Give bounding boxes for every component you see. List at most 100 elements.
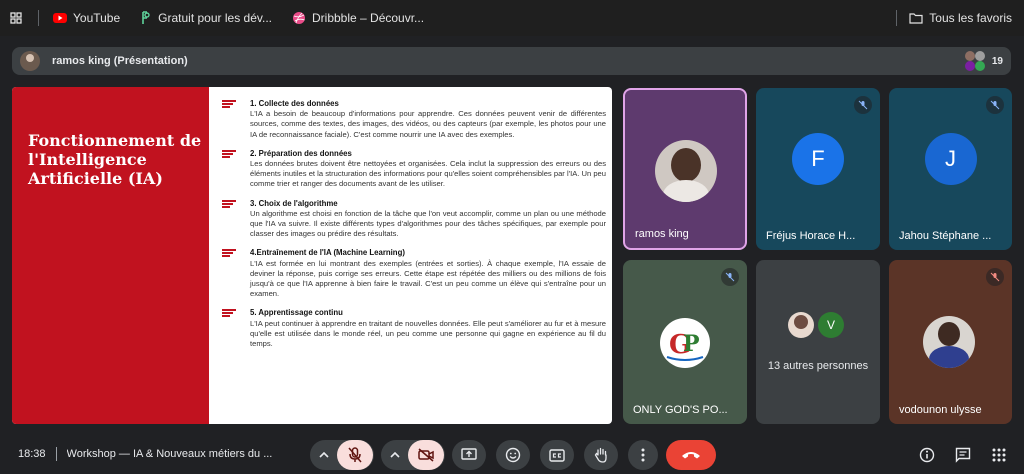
mic-off-icon xyxy=(348,447,362,463)
meeting-title: Workshop — IA & Nouveaux métiers du ... xyxy=(66,448,273,460)
presented-slide: Fonctionnement de l'Intelligence Artific… xyxy=(12,87,612,424)
mic-off-icon xyxy=(721,268,739,286)
mic-off-icon xyxy=(854,96,872,114)
bullet-icon xyxy=(222,100,236,111)
mic-control-group xyxy=(310,440,374,470)
apps-grid-button[interactable] xyxy=(10,12,22,24)
section-title: 4.Entraînement de l'IA (Machine Learning… xyxy=(250,248,405,258)
participant-tile-vodounon[interactable]: vodounon ulysse xyxy=(889,260,1012,424)
meeting-info-button[interactable] xyxy=(918,446,936,464)
slide-section: 3. Choix de l'algorithme Un algorithme e… xyxy=(222,199,606,240)
slide-section: 4.Entraînement de l'IA (Machine Learning… xyxy=(222,248,606,299)
section-title: 1. Collecte des données xyxy=(250,99,339,108)
section-title: 3. Choix de l'algorithme xyxy=(250,198,338,208)
bookmarks-bar: YouTube Gratuit pour les dév... Dribbble… xyxy=(0,0,1024,36)
section-title: 5. Apprentissage continu xyxy=(250,308,343,318)
present-screen-button[interactable] xyxy=(452,440,486,470)
bullet-icon xyxy=(222,249,236,260)
presentation-bar: ramos king (Présentation) 19 xyxy=(12,47,1011,75)
bookmark-label: Gratuit pour les dév... xyxy=(158,11,272,25)
presentation-label: ramos king (Présentation) xyxy=(52,55,188,67)
camera-options-button[interactable] xyxy=(382,452,408,458)
participant-avatar: F xyxy=(792,133,844,186)
more-vertical-icon xyxy=(641,448,645,462)
apps-grid-icon xyxy=(992,448,1006,462)
activities-button[interactable] xyxy=(990,446,1008,464)
info-icon xyxy=(919,447,935,463)
chat-icon xyxy=(955,447,971,463)
captions-button[interactable] xyxy=(540,440,574,470)
svg-text:P: P xyxy=(683,331,700,357)
participant-tile-frejus[interactable]: F Fréjus Horace H... xyxy=(756,88,880,250)
figma-icon xyxy=(138,11,152,25)
others-count-label: 13 autres personnes xyxy=(767,360,869,372)
section-body: L'IA peut continuer à apprendre en trait… xyxy=(250,318,606,349)
all-favorites-label: Tous les favoris xyxy=(929,11,1012,25)
bookmark-label: Dribbble – Découvr... xyxy=(312,11,425,25)
participant-tile-ramos-king[interactable]: ramos king xyxy=(623,88,747,250)
camera-control-group xyxy=(381,440,445,470)
meeting-time: 18:38 xyxy=(18,448,46,460)
reactions-button[interactable] xyxy=(496,440,530,470)
section-body: Les données brutes doivent être nettoyée… xyxy=(250,159,606,189)
participant-name: vodounon ulysse xyxy=(899,404,982,416)
folder-icon xyxy=(909,13,923,24)
participant-name: ONLY GOD'S PO... xyxy=(633,404,728,416)
participants-button[interactable]: 19 xyxy=(964,50,1003,72)
presenter-avatar xyxy=(20,51,40,71)
bookmarks-divider xyxy=(38,10,39,26)
slide-title-panel: Fonctionnement de l'Intelligence Artific… xyxy=(12,87,209,424)
bookmark-figma[interactable]: Gratuit pour les dév... xyxy=(138,11,272,25)
slide-section: 5. Apprentissage continu L'IA peut conti… xyxy=(222,308,606,349)
mic-off-icon xyxy=(986,268,1004,286)
mic-options-button[interactable] xyxy=(311,452,337,458)
other-participant-avatar: V xyxy=(818,312,844,338)
slide-content: 1. Collecte des données L'IA a besoin de… xyxy=(222,99,606,358)
participant-photo xyxy=(923,316,975,368)
participant-tile-jahou[interactable]: J Jahou Stéphane ... xyxy=(889,88,1012,250)
present-screen-icon xyxy=(461,448,477,460)
bookmark-label: YouTube xyxy=(73,11,121,25)
slide-section: 1. Collecte des données L'IA a besoin de… xyxy=(222,99,606,140)
participant-photo xyxy=(655,140,717,202)
more-options-button[interactable] xyxy=(628,440,658,470)
participant-name: ramos king xyxy=(635,228,689,240)
chat-button[interactable] xyxy=(954,446,972,464)
participant-tile-only-gods[interactable]: GP ONLY GOD'S PO... xyxy=(623,260,747,424)
bookmark-dribbble[interactable]: Dribbble – Découvr... xyxy=(292,11,424,25)
dribbble-icon xyxy=(292,11,306,25)
phone-hangup-icon xyxy=(682,452,700,459)
bookmark-youtube[interactable]: YouTube xyxy=(53,11,120,25)
chevron-up-icon xyxy=(319,452,329,458)
section-body: L'IA a besoin de beaucoup d'informations… xyxy=(250,109,606,139)
chevron-up-icon xyxy=(390,452,400,458)
other-participant-avatar xyxy=(788,312,814,338)
captions-icon xyxy=(549,448,565,462)
mic-off-icon xyxy=(986,96,1004,114)
camera-toggle-button[interactable] xyxy=(408,440,444,470)
youtube-icon xyxy=(53,11,67,25)
slide-title: Fonctionnement de l'Intelligence Artific… xyxy=(28,131,202,188)
all-favorites[interactable]: Tous les favoris xyxy=(896,10,1012,26)
hand-icon xyxy=(594,447,607,463)
participant-tile-others[interactable]: V 13 autres personnes xyxy=(756,260,880,424)
leave-call-button[interactable] xyxy=(666,440,716,470)
bullet-icon xyxy=(222,309,236,320)
participant-avatar: J xyxy=(924,133,977,186)
participant-name: Jahou Stéphane ... xyxy=(899,230,992,242)
raise-hand-button[interactable] xyxy=(584,440,618,470)
camera-off-icon xyxy=(418,448,434,462)
slide-section: 2. Préparation des données Les données b… xyxy=(222,149,606,190)
mic-toggle-button[interactable] xyxy=(337,440,373,470)
meeting-control-bar: 18:38 Workshop — IA & Nouveaux métiers d… xyxy=(0,434,1024,474)
emoji-icon xyxy=(505,447,521,463)
participant-count: 19 xyxy=(991,55,1003,67)
section-title: 2. Préparation des données xyxy=(250,148,352,158)
participants-icon xyxy=(964,50,986,72)
bullet-icon xyxy=(222,149,236,161)
section-body: Un algorithme est choisi en fonction de … xyxy=(250,208,606,239)
participant-logo: GP xyxy=(660,318,710,368)
participant-name: Fréjus Horace H... xyxy=(766,230,856,242)
bullet-icon xyxy=(222,199,236,211)
grid-icon xyxy=(10,12,22,24)
